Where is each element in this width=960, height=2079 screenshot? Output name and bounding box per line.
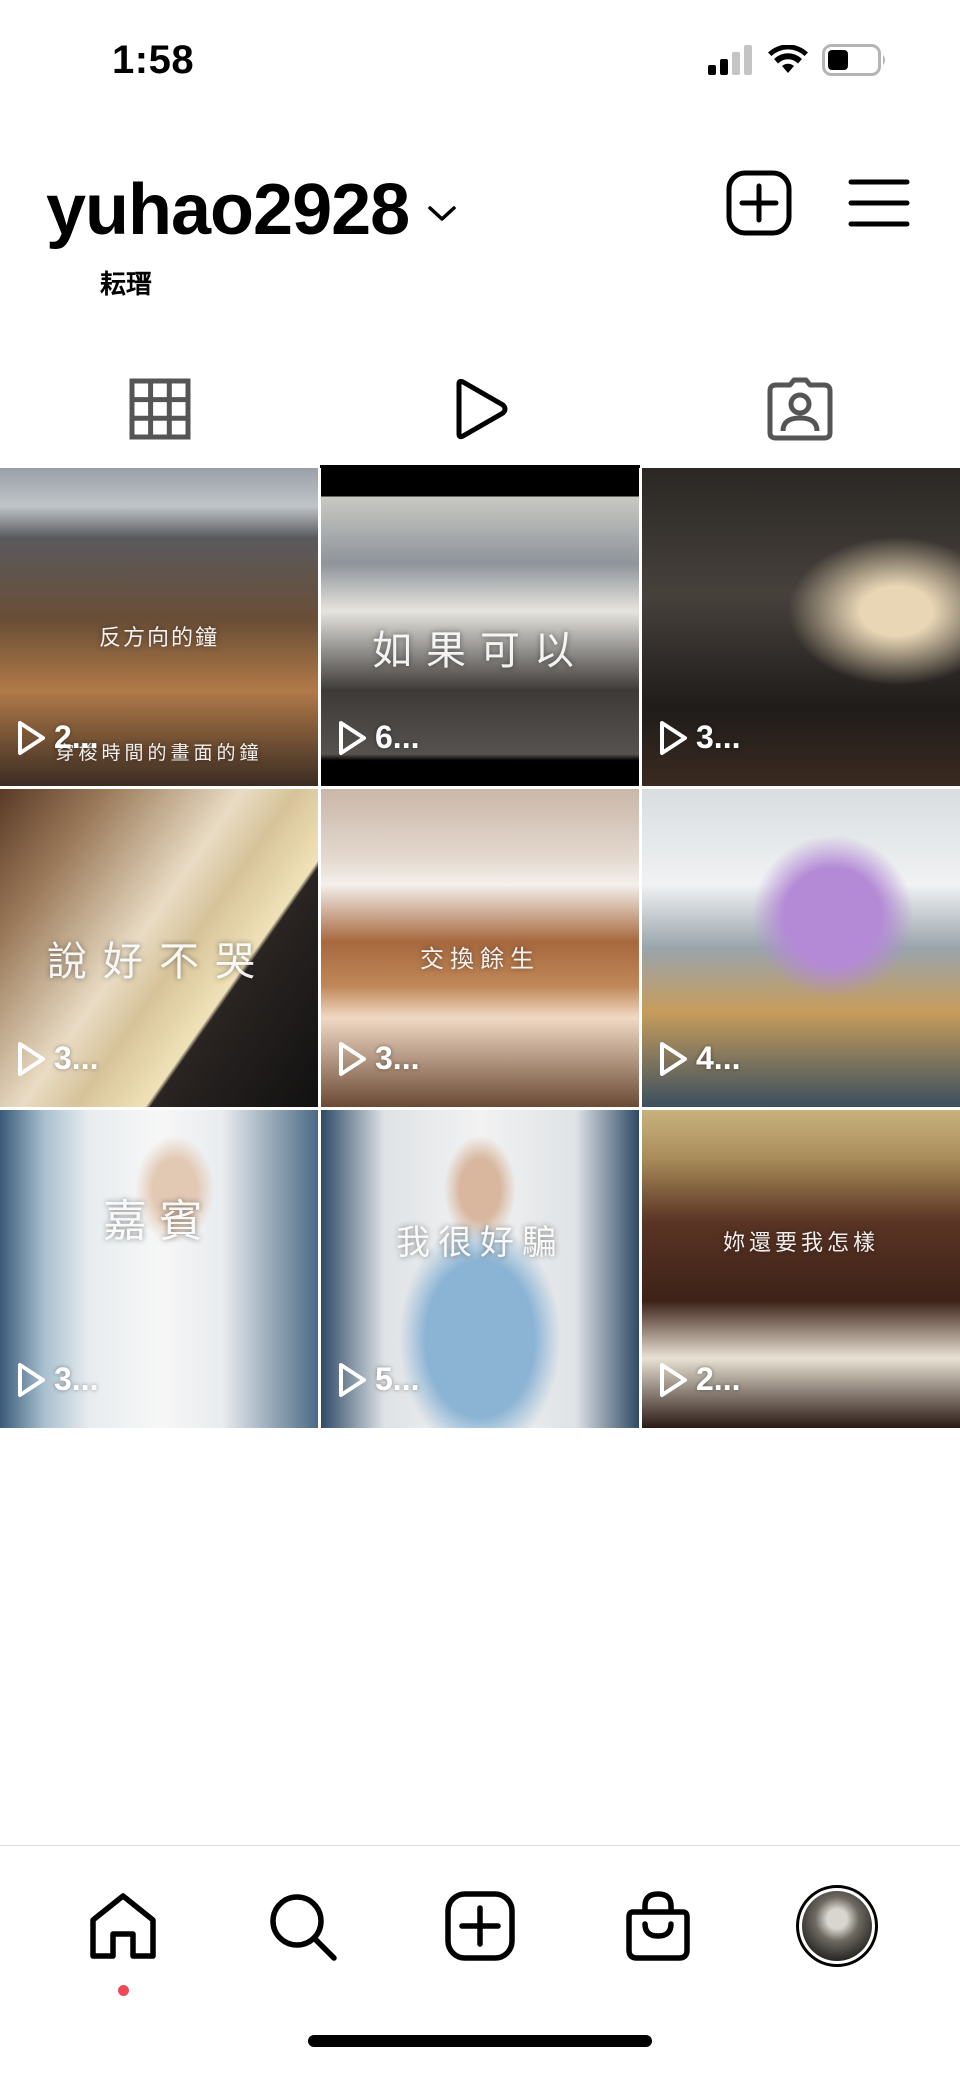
play-icon (660, 1362, 687, 1397)
notification-dot (118, 1985, 130, 1996)
reel-play-count: 5... (337, 1361, 419, 1398)
search-icon (269, 1894, 337, 1961)
play-icon (18, 720, 45, 755)
reel-play-count: 2... (16, 719, 98, 756)
profile-tabs (0, 350, 960, 468)
hamburger-menu-button[interactable] (848, 178, 910, 228)
bottom-nav (0, 1846, 960, 2006)
reel-tile[interactable]: 妳還要我怎樣 2... (642, 1110, 960, 1428)
reel-tile[interactable]: 4... (642, 789, 960, 1107)
status-time: 1:58 (112, 38, 195, 82)
reel-overlay-title: 交換餘生 (420, 945, 540, 973)
play-icon (660, 1041, 687, 1076)
reel-overlay-title: 嘉賓 (103, 1196, 215, 1247)
nav-create[interactable] (438, 1884, 522, 1968)
tab-tagged[interactable] (640, 350, 960, 468)
reel-play-count: 6... (337, 719, 419, 756)
grid-icon (129, 378, 191, 440)
reel-view-count: 3... (54, 1040, 99, 1076)
reel-overlay-title: 反方向的鐘 (98, 626, 219, 651)
reel-overlay-title: 妳還要我怎樣 (722, 1231, 879, 1256)
tagged-person-icon (767, 377, 833, 441)
profile-avatar (795, 1885, 878, 1967)
reel-view-count: 2... (54, 719, 99, 755)
reel-tile[interactable]: 如果可以 6... (321, 468, 639, 786)
reel-play-count: 4... (658, 1040, 740, 1077)
nav-profile[interactable] (795, 1884, 879, 1968)
reel-play-count: 3... (16, 1361, 98, 1398)
shopping-bag-icon (626, 1891, 691, 1961)
reel-overlay-title: 如果可以 (372, 628, 588, 674)
reel-play-count: 3... (337, 1040, 419, 1077)
plus-square-icon (445, 1891, 515, 1961)
account-switcher[interactable]: yuhao2928 (46, 168, 457, 252)
reel-play-count: 3... (16, 1040, 98, 1077)
reel-view-count: 5... (375, 1361, 420, 1397)
new-post-button[interactable] (726, 170, 792, 236)
play-icon (18, 1362, 45, 1397)
reel-view-count: 3... (696, 719, 741, 755)
wifi-icon (768, 45, 808, 73)
status-bar: 1:58 (0, 0, 960, 120)
chevron-down-icon (428, 206, 456, 221)
reel-play-count: 2... (658, 1361, 740, 1398)
reel-view-count: 2... (696, 1361, 741, 1397)
cellular-signal-icon (708, 45, 752, 75)
home-icon (90, 1893, 156, 1959)
nav-shop[interactable] (616, 1884, 700, 1968)
display-name: 耘瑨 (100, 270, 153, 300)
profile-header: yuhao2928 耘瑨 (0, 160, 960, 310)
reel-view-count: 4... (696, 1040, 741, 1076)
nav-search[interactable] (260, 1884, 344, 1968)
reel-view-count: 6... (375, 719, 420, 755)
play-icon (339, 720, 366, 755)
reels-grid: 反方向的鐘 穿梭時間的畫面的鐘 2... 如果可以 6... 3... 說好不哭 (0, 468, 960, 1428)
nav-home[interactable] (81, 1884, 165, 1996)
reel-tile[interactable]: 嘉賓 3... (0, 1110, 318, 1428)
reel-view-count: 3... (375, 1040, 420, 1076)
instagram-profile-screen: 1:58 yuhao2928 耘瑨 反方向的鐘 穿梭時間的畫面的鐘 2... 如… (0, 0, 960, 2079)
tab-reels[interactable] (320, 350, 640, 468)
play-icon (18, 1041, 45, 1076)
header-actions (726, 170, 910, 236)
reel-tile[interactable]: 我很好騙 5... (321, 1110, 639, 1428)
reel-overlay-title: 我很好騙 (396, 1223, 564, 1263)
battery-icon (822, 44, 885, 76)
reel-tile[interactable]: 3... (642, 468, 960, 786)
username: yuhao2928 (46, 170, 410, 250)
reel-tile[interactable]: 說好不哭 3... (0, 789, 318, 1107)
reel-overlay-title: 說好不哭 (47, 939, 271, 985)
avatar-image (801, 1891, 872, 1961)
home-indicator[interactable] (308, 2035, 652, 2047)
reel-play-count: 3... (658, 719, 740, 756)
status-icons (708, 44, 888, 76)
reel-tile[interactable]: 交換餘生 3... (321, 789, 639, 1107)
play-icon (339, 1041, 366, 1076)
reel-tile[interactable]: 反方向的鐘 穿梭時間的畫面的鐘 2... (0, 468, 318, 786)
play-icon (339, 1362, 366, 1397)
tab-grid[interactable] (0, 350, 320, 468)
reel-view-count: 3... (54, 1361, 99, 1397)
play-icon (660, 720, 687, 755)
reels-play-icon (456, 378, 508, 440)
